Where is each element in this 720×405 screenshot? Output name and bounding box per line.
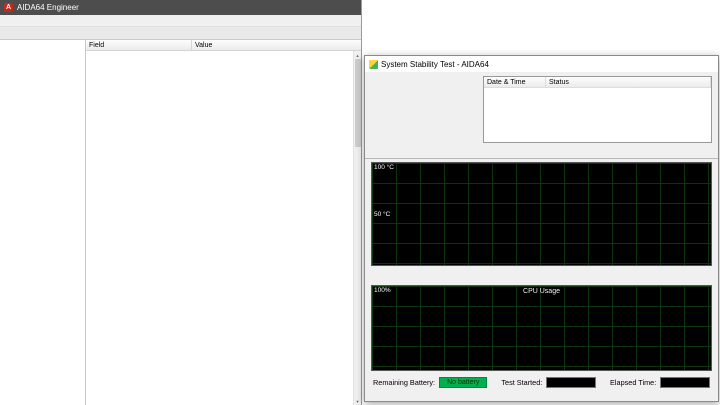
log-column-headers: Date & Time Status xyxy=(484,77,711,88)
elapsed-time-value xyxy=(660,377,710,388)
chart-tabs xyxy=(365,146,718,159)
scroll-up-icon[interactable]: ▲ xyxy=(356,51,360,59)
log-column-status[interactable]: Status xyxy=(546,77,711,87)
properties-table xyxy=(86,51,361,405)
stability-window-title: System Stability Test - AIDA64 xyxy=(381,60,489,69)
column-header-value[interactable]: Value xyxy=(192,40,361,50)
battery-status-badge: No battery xyxy=(439,377,487,388)
cpu-usage-chart: 100% CPU Usage xyxy=(371,285,712,371)
usage-plot xyxy=(372,286,711,370)
aida64-app-icon: A xyxy=(4,3,13,12)
temperature-chart: 100 °C 50 °C xyxy=(371,162,712,266)
test-started-label: Test Started: xyxy=(501,378,542,387)
scroll-down-icon[interactable]: ▼ xyxy=(356,397,360,405)
aida64-titlebar[interactable]: A AIDA64 Engineer xyxy=(0,0,361,15)
panel-tabs xyxy=(0,27,361,40)
stability-titlebar[interactable]: System Stability Test - AIDA64 xyxy=(365,56,718,72)
navigation-tree xyxy=(0,40,86,405)
usage-chart-title: CPU Usage xyxy=(372,288,711,295)
test-started-value xyxy=(546,377,596,388)
temp-axis-mid-label: 50 °C xyxy=(374,211,390,218)
temperature-plot xyxy=(372,163,711,265)
aida64-main-window: A AIDA64 Engineer Field Value ▲ ▼ xyxy=(0,0,362,405)
chart-spacer xyxy=(365,266,718,282)
column-headers: Field Value xyxy=(86,40,361,51)
battery-label: Remaining Battery: xyxy=(373,378,435,387)
menu-bar xyxy=(0,15,361,27)
log-column-datetime[interactable]: Date & Time xyxy=(484,77,546,87)
test-buttons-bar xyxy=(365,390,718,392)
scrollbar-thumb[interactable] xyxy=(355,59,361,147)
main-split: Field Value ▲ ▼ xyxy=(0,40,361,405)
column-header-field[interactable]: Field xyxy=(86,40,192,50)
stability-app-icon xyxy=(369,60,378,69)
test-log-listview: Date & Time Status xyxy=(483,76,712,143)
desktop: A AIDA64 Engineer Field Value ▲ ▼ xyxy=(0,0,720,405)
aida64-window-title: AIDA64 Engineer xyxy=(17,3,79,12)
stress-options-list xyxy=(371,76,477,143)
elapsed-time-label: Elapsed Time: xyxy=(610,378,656,387)
vertical-scrollbar[interactable]: ▲ ▼ xyxy=(353,51,361,405)
stability-test-window: System Stability Test - AIDA64 Date & Ti… xyxy=(364,55,719,402)
stress-config-area: Date & Time Status xyxy=(365,72,718,146)
temp-axis-top-label: 100 °C xyxy=(374,164,394,171)
properties-panel: Field Value ▲ ▼ xyxy=(86,40,361,405)
log-body xyxy=(484,88,711,142)
test-status-bar: Remaining Battery: No battery Test Start… xyxy=(365,374,718,390)
